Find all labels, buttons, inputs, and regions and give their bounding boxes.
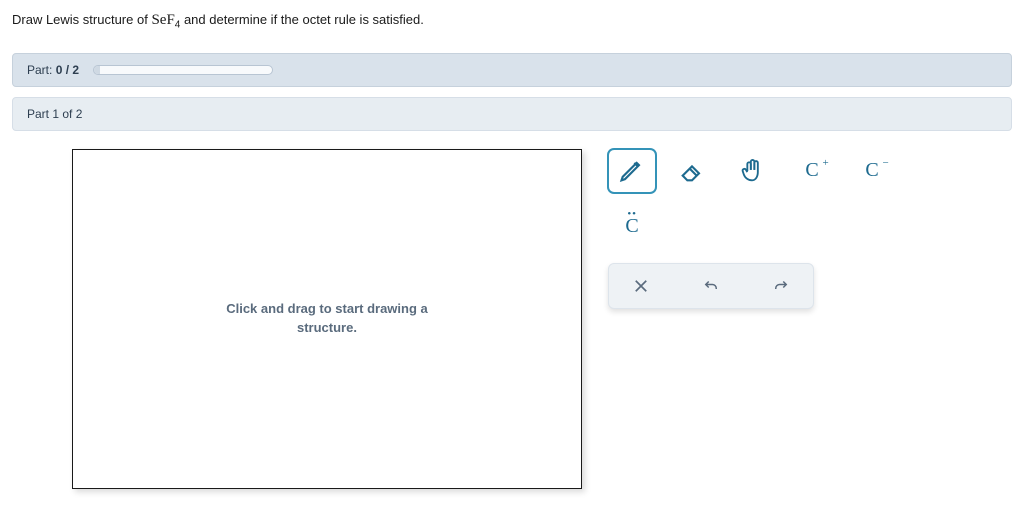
drawing-canvas[interactable]: Click and drag to start drawing a struct… [72, 149, 582, 489]
charge-minus-button[interactable]: C− [848, 149, 896, 193]
undo-icon [702, 277, 720, 295]
part-section-label: Part 1 of 2 [12, 97, 1012, 131]
canvas-placeholder: Click and drag to start drawing a struct… [226, 300, 428, 336]
action-bar [608, 263, 814, 309]
question-formula: SeF4 [151, 12, 180, 27]
c-lone-pair-icon: •• C [625, 215, 638, 238]
clear-button[interactable] [625, 274, 657, 298]
toolbar: C+ C− •• C [608, 149, 908, 489]
lone-pair-button[interactable]: •• C [608, 205, 656, 249]
redo-button[interactable] [765, 274, 797, 298]
eraser-tool-button[interactable] [668, 149, 716, 193]
undo-button[interactable] [695, 274, 727, 298]
question-text: Draw Lewis structure of SeF4 and determi… [12, 12, 1012, 31]
question-prefix: Draw Lewis structure of [12, 12, 151, 27]
progress-label: Part: 0 / 2 [27, 63, 79, 77]
pencil-tool-button[interactable] [608, 149, 656, 193]
pencil-icon [618, 157, 646, 185]
work-area: Click and drag to start drawing a struct… [12, 149, 1012, 489]
hand-icon [738, 157, 766, 185]
c-minus-icon: C− [865, 159, 878, 182]
redo-icon [772, 277, 790, 295]
close-icon [632, 277, 650, 295]
progress-header: Part: 0 / 2 [12, 53, 1012, 87]
charge-plus-button[interactable]: C+ [788, 149, 836, 193]
hand-tool-button[interactable] [728, 149, 776, 193]
eraser-icon [678, 157, 706, 185]
progress-bar [93, 65, 273, 75]
question-suffix: and determine if the octet rule is satis… [180, 12, 424, 27]
c-plus-icon: C+ [805, 159, 818, 182]
tool-grid: C+ C− •• C [608, 149, 908, 249]
